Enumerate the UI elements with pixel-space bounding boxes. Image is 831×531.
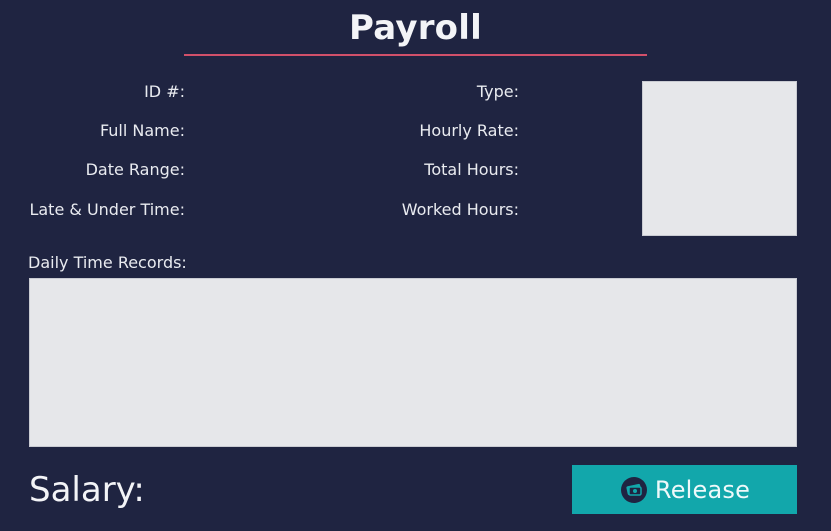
employee-photo — [642, 81, 797, 236]
title-underline — [184, 54, 647, 56]
full-name-label: Full Name: — [99, 121, 185, 140]
type-label: Type: — [476, 82, 519, 101]
payment-icon — [619, 475, 649, 505]
release-button-label: Release — [654, 475, 751, 504]
id-label: ID #: — [144, 82, 185, 101]
hourly-rate-label: Hourly Rate: — [419, 121, 519, 140]
total-hours-label: Total Hours: — [424, 160, 519, 179]
date-range-label: Date Range: — [85, 160, 185, 179]
release-button[interactable]: Release — [572, 465, 797, 514]
daily-time-records-table[interactable] — [29, 278, 797, 447]
salary-label: Salary: — [29, 470, 145, 510]
late-under-time-label: Late & Under Time: — [29, 200, 185, 219]
worked-hours-label: Worked Hours: — [401, 200, 519, 219]
daily-time-records-label: Daily Time Records: — [28, 253, 187, 272]
payroll-window: Payroll ID #: Full Name: Date Range: Lat… — [0, 0, 831, 531]
page-title: Payroll — [349, 8, 482, 48]
